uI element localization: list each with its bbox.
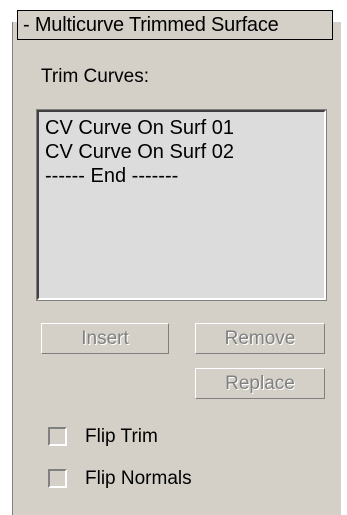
rollout-panel: - Multicurve Trimmed Surface Trim Curves… bbox=[0, 0, 347, 515]
list-item[interactable]: CV Curve On Surf 02 bbox=[45, 140, 318, 164]
insert-button-label: Insert bbox=[81, 328, 129, 349]
list-item[interactable]: CV Curve On Surf 01 bbox=[45, 116, 318, 140]
rollout-title: - Multicurve Trimmed Surface bbox=[23, 14, 279, 36]
trim-curves-listbox[interactable]: CV Curve On Surf 01 CV Curve On Surf 02 … bbox=[36, 109, 327, 301]
rollout-header-button[interactable]: - Multicurve Trimmed Surface bbox=[17, 10, 333, 40]
list-item-end[interactable]: ------ End ------- bbox=[45, 164, 318, 188]
remove-button[interactable]: Remove bbox=[195, 323, 325, 354]
flip-normals-checkbox[interactable] bbox=[48, 469, 67, 488]
trim-curves-label: Trim Curves: bbox=[41, 66, 150, 87]
remove-button-label: Remove bbox=[224, 328, 296, 349]
replace-button-label: Replace bbox=[225, 373, 295, 394]
replace-button[interactable]: Replace bbox=[195, 368, 325, 399]
flip-trim-label: Flip Trim bbox=[85, 426, 158, 447]
flip-trim-checkbox[interactable] bbox=[48, 427, 67, 446]
insert-button[interactable]: Insert bbox=[41, 323, 169, 354]
flip-normals-label: Flip Normals bbox=[85, 468, 192, 489]
